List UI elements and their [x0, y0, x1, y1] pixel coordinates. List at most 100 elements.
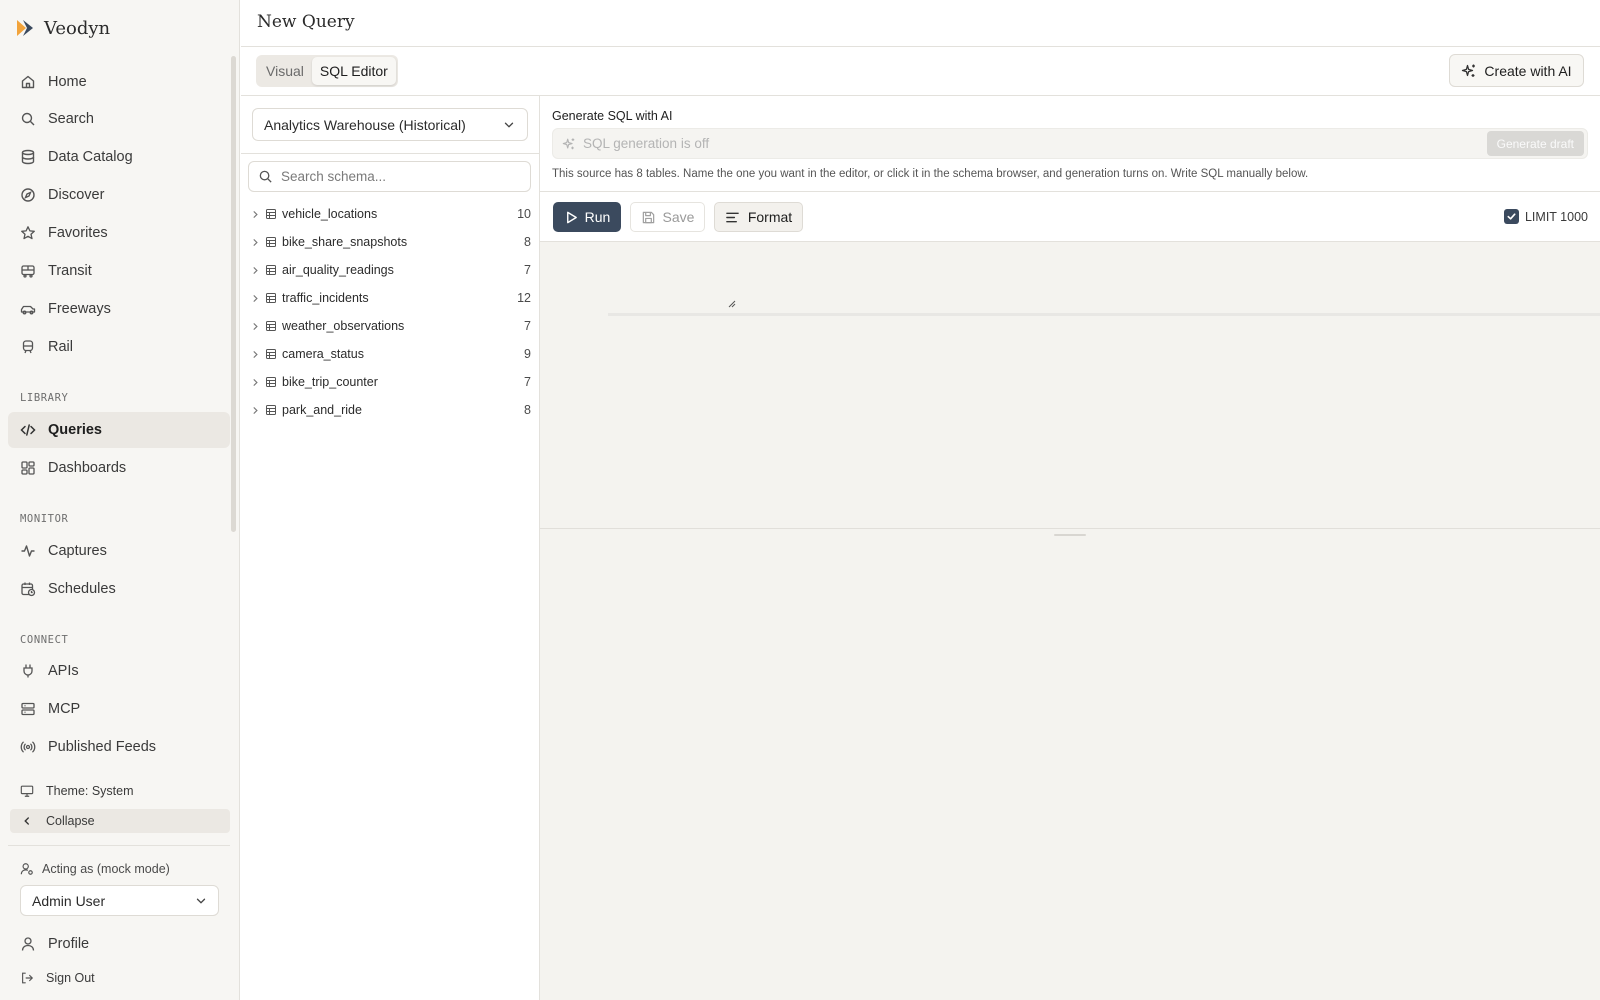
- schema-search-input[interactable]: [281, 169, 521, 184]
- data-source-select[interactable]: Analytics Warehouse (Historical): [252, 108, 528, 141]
- sidebar-item-label: Search: [48, 111, 94, 127]
- table-icon: [265, 376, 277, 388]
- chevron-right-icon[interactable]: [250, 209, 261, 220]
- table-name: weather_observations: [282, 319, 405, 333]
- sidebar-item-apis[interactable]: APIs: [8, 653, 230, 689]
- schema-table-row[interactable]: vehicle_locations 10: [241, 200, 540, 228]
- chevron-right-icon[interactable]: [250, 321, 261, 332]
- sign-out-button[interactable]: Sign Out: [10, 966, 230, 990]
- bus-icon: [20, 263, 36, 279]
- split-resize-handle[interactable]: [1054, 534, 1086, 536]
- limit-toggle[interactable]: LIMIT 1000: [1503, 209, 1588, 224]
- acting-user-select[interactable]: Admin User: [20, 885, 219, 916]
- play-icon: [564, 210, 579, 225]
- sidebar-item-data-catalog[interactable]: Data Catalog: [8, 139, 230, 175]
- sidebar-item-published-feeds[interactable]: Published Feeds: [8, 729, 230, 765]
- sidebar-item-queries[interactable]: Queries: [8, 412, 230, 448]
- brand[interactable]: Veodyn: [14, 14, 110, 42]
- table-name: bike_share_snapshots: [282, 235, 408, 249]
- star-icon: [20, 225, 36, 241]
- train-icon: [20, 339, 36, 355]
- sidebar-item-label: Home: [48, 74, 87, 90]
- user-icon: [20, 936, 36, 952]
- schema-table-row[interactable]: camera_status 9: [241, 340, 540, 368]
- section-label-library: LIBRARY: [20, 392, 69, 404]
- sidebar-item-mcp[interactable]: MCP: [8, 691, 230, 727]
- schema-table-row[interactable]: weather_observations 7: [241, 312, 540, 340]
- chevron-right-icon[interactable]: [250, 293, 261, 304]
- sql-editor-panel: Generate SQL with AI SQL generation is o…: [540, 96, 1600, 1000]
- run-button[interactable]: Run: [553, 202, 621, 232]
- sidebar-item-discover[interactable]: Discover: [8, 177, 230, 213]
- schema-search-box[interactable]: [248, 161, 531, 192]
- format-label: Format: [747, 209, 793, 225]
- table-column-count: 7: [524, 319, 531, 333]
- chevron-down-icon: [194, 894, 208, 908]
- sidebar-item-search[interactable]: Search: [8, 101, 230, 137]
- sidebar-item-label: Captures: [48, 543, 107, 559]
- theme-label: Theme: System: [46, 784, 134, 798]
- sidebar-scrollbar[interactable]: [231, 56, 236, 532]
- search-icon: [258, 169, 273, 184]
- sidebar-item-dashboards[interactable]: Dashboards: [8, 450, 230, 486]
- sidebar-item-label: Data Catalog: [48, 149, 133, 165]
- chevron-left-icon: [20, 814, 34, 828]
- schema-table-row[interactable]: bike_share_snapshots 8: [241, 228, 540, 256]
- generate-draft-button[interactable]: Generate draft: [1486, 131, 1584, 156]
- generate-sql-help-text: This source has 8 tables. Name the one y…: [552, 168, 1309, 180]
- page-header: New Query: [241, 0, 1600, 47]
- sidebar-item-label: Schedules: [48, 581, 116, 597]
- sidebar-item-profile[interactable]: Profile: [8, 926, 230, 962]
- table-column-count: 9: [524, 347, 531, 361]
- sql-code-editor[interactable]: [540, 242, 1600, 528]
- limit-checkbox[interactable]: [1503, 209, 1519, 224]
- table-icon: [265, 320, 277, 332]
- chevron-down-icon: [502, 118, 516, 132]
- resize-grip-icon[interactable]: [726, 298, 736, 308]
- sidebar-item-schedules[interactable]: Schedules: [8, 571, 230, 607]
- sidebar-item-label: APIs: [48, 663, 79, 679]
- schema-table-row[interactable]: traffic_incidents 12: [241, 284, 540, 312]
- schema-table-row[interactable]: air_quality_readings 7: [241, 256, 540, 284]
- server-icon: [20, 701, 36, 717]
- tab-visual[interactable]: Visual: [258, 57, 312, 85]
- brand-name: Veodyn: [44, 17, 111, 39]
- table-column-count: 7: [524, 375, 531, 389]
- table-name: park_and_ride: [282, 403, 362, 417]
- results-panel: [540, 529, 1600, 1000]
- schema-table-row[interactable]: bike_trip_counter 7: [241, 368, 540, 396]
- search-icon: [20, 111, 36, 127]
- chevron-right-icon[interactable]: [250, 237, 261, 248]
- chevron-right-icon[interactable]: [250, 405, 261, 416]
- acting-as-text: Acting as (mock mode): [42, 862, 170, 876]
- chevron-right-icon[interactable]: [250, 349, 261, 360]
- chevron-right-icon[interactable]: [250, 265, 261, 276]
- save-button[interactable]: Save: [630, 202, 705, 232]
- format-button[interactable]: Format: [714, 202, 803, 232]
- sidebar-item-home[interactable]: Home: [8, 64, 230, 100]
- sidebar-item-captures[interactable]: Captures: [8, 533, 230, 569]
- table-name: camera_status: [282, 347, 364, 361]
- table-icon: [265, 236, 277, 248]
- theme-toggle[interactable]: Theme: System: [10, 779, 230, 803]
- editor-scroll-track[interactable]: [608, 313, 1600, 316]
- collapse-button[interactable]: Collapse: [10, 809, 230, 833]
- save-label: Save: [662, 209, 695, 225]
- sparkles-icon: [562, 137, 576, 151]
- sidebar-item-freeways[interactable]: Freeways: [8, 291, 230, 327]
- sidebar-item-favorites[interactable]: Favorites: [8, 215, 230, 251]
- compass-icon: [20, 187, 36, 203]
- collapse-label: Collapse: [46, 814, 95, 828]
- sidebar-item-rail[interactable]: Rail: [8, 329, 230, 365]
- create-with-ai-button[interactable]: Create with AI: [1449, 54, 1584, 87]
- tab-sql-editor[interactable]: SQL Editor: [311, 57, 396, 85]
- sidebar-item-label: Dashboards: [48, 460, 127, 476]
- generate-sql-input[interactable]: SQL generation is off Generate draft: [552, 128, 1588, 159]
- limit-label: LIMIT 1000: [1524, 209, 1588, 224]
- data-source-value: Analytics Warehouse (Historical): [264, 116, 466, 133]
- chevron-right-icon[interactable]: [250, 377, 261, 388]
- plug-icon: [20, 663, 36, 679]
- sidebar-item-transit[interactable]: Transit: [8, 253, 230, 289]
- query-toolbar: Visual SQL Editor Create with AI: [241, 47, 1600, 96]
- schema-table-row[interactable]: park_and_ride 8: [241, 396, 540, 424]
